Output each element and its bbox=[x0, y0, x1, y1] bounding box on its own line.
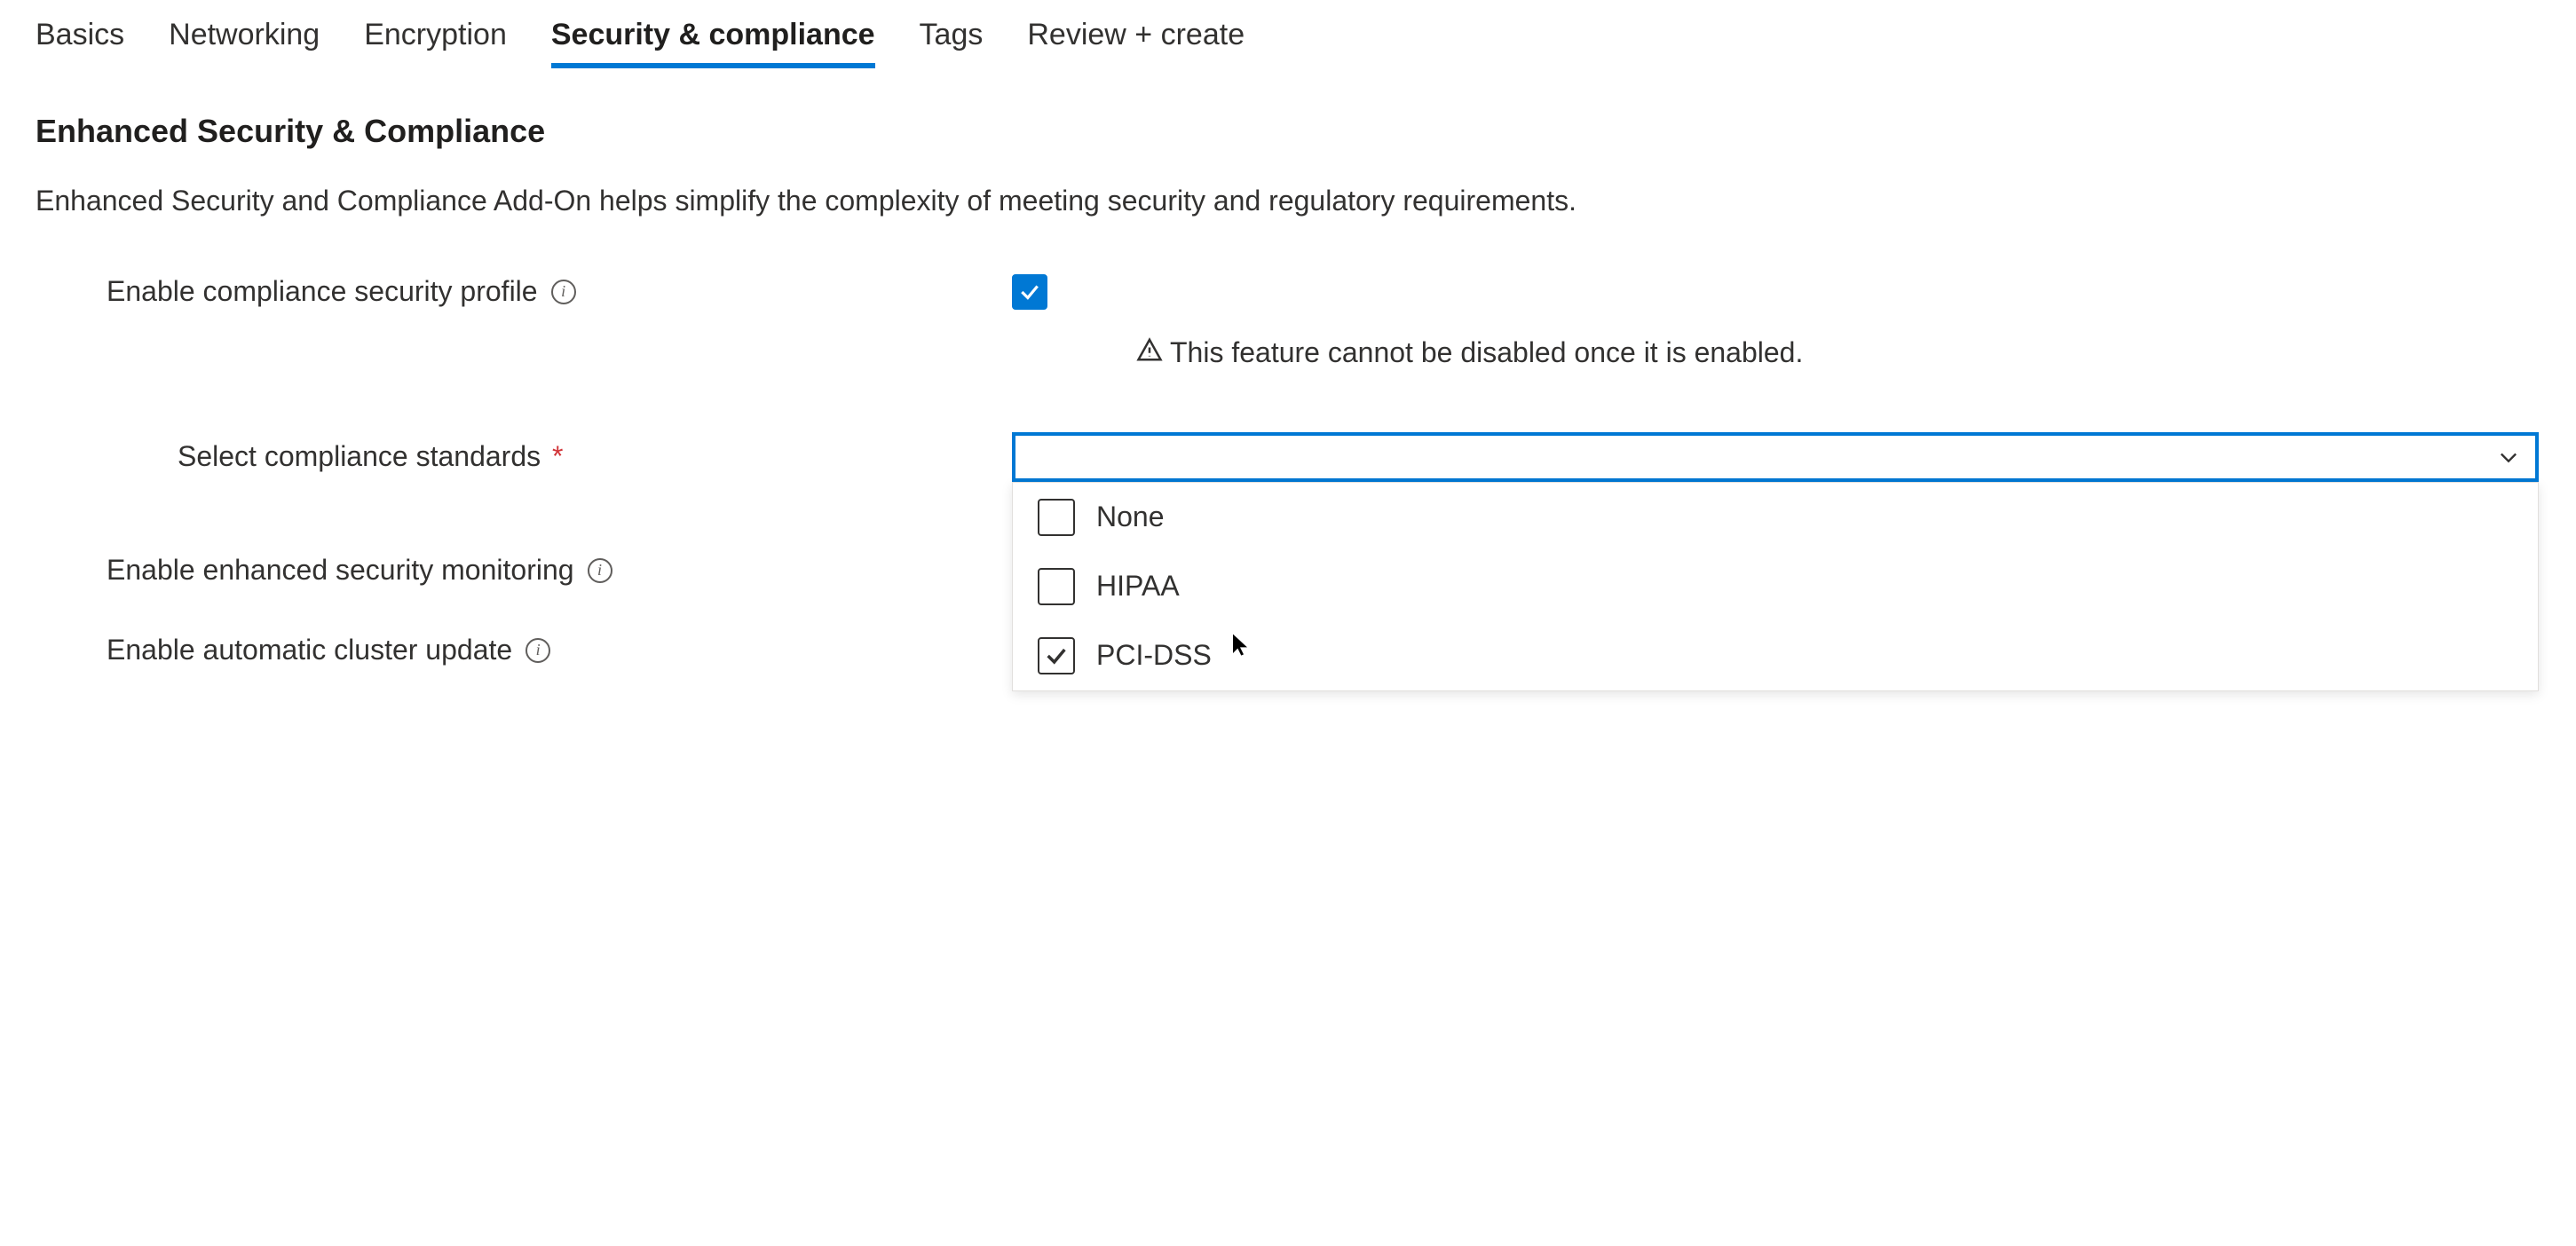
tab-networking[interactable]: Networking bbox=[169, 18, 320, 68]
option-none[interactable]: None bbox=[1013, 483, 2538, 552]
warning-text: This feature cannot be disabled once it … bbox=[1170, 336, 1803, 369]
tab-encryption[interactable]: Encryption bbox=[364, 18, 507, 68]
tab-review-create[interactable]: Review + create bbox=[1027, 18, 1245, 68]
label-select-compliance-standards: Select compliance standards * bbox=[178, 440, 1012, 473]
option-checkbox-hipaa[interactable] bbox=[1038, 568, 1075, 605]
compliance-standards-dropdown-container: None HIPAA PCI-DSS bbox=[1012, 432, 2539, 482]
row-enable-compliance-profile: Enable compliance security profile i bbox=[36, 274, 2540, 310]
label-text: Select compliance standards bbox=[178, 440, 541, 472]
warning-row: This feature cannot be disabled once it … bbox=[36, 336, 2540, 370]
tab-tags[interactable]: Tags bbox=[920, 18, 984, 68]
cursor-icon bbox=[1226, 632, 1254, 660]
option-hipaa[interactable]: HIPAA bbox=[1013, 552, 2538, 621]
section-description: Enhanced Security and Compliance Add-On … bbox=[36, 181, 2432, 221]
option-checkbox-none[interactable] bbox=[1038, 499, 1075, 536]
compliance-standards-dropdown-list: None HIPAA PCI-DSS bbox=[1012, 482, 2539, 691]
checkbox-enable-compliance-profile[interactable] bbox=[1012, 274, 1047, 310]
checkmark-icon bbox=[1044, 643, 1069, 668]
section-title: Enhanced Security & Compliance bbox=[36, 113, 2540, 150]
wizard-tabs: Basics Networking Encryption Security & … bbox=[36, 18, 2540, 68]
info-icon[interactable]: i bbox=[525, 638, 550, 663]
label-text: Enable compliance security profile bbox=[107, 275, 538, 308]
option-pci-dss[interactable]: PCI-DSS bbox=[1013, 621, 2538, 690]
warning-icon bbox=[1136, 336, 1163, 370]
tab-security-compliance[interactable]: Security & compliance bbox=[551, 18, 875, 68]
option-label: HIPAA bbox=[1096, 570, 1180, 603]
compliance-standards-dropdown[interactable] bbox=[1012, 432, 2539, 482]
option-checkbox-pci-dss[interactable] bbox=[1038, 637, 1075, 674]
label-text: Enable automatic cluster update bbox=[107, 634, 512, 666]
label-text: Enable enhanced security monitoring bbox=[107, 554, 574, 587]
label-enable-compliance-profile: Enable compliance security profile i bbox=[107, 275, 1012, 308]
option-label: PCI-DSS bbox=[1096, 639, 1212, 672]
tab-basics[interactable]: Basics bbox=[36, 18, 124, 68]
required-asterisk: * bbox=[552, 440, 563, 472]
label-enable-auto-update: Enable automatic cluster update i bbox=[107, 634, 1012, 666]
chevron-down-icon bbox=[2496, 445, 2521, 469]
checkmark-icon bbox=[1018, 280, 1041, 304]
option-label: None bbox=[1096, 501, 1165, 533]
info-icon[interactable]: i bbox=[588, 558, 612, 583]
row-select-compliance-standards: Select compliance standards * None HIPAA bbox=[36, 432, 2540, 482]
info-icon[interactable]: i bbox=[551, 280, 576, 304]
label-enable-monitoring: Enable enhanced security monitoring i bbox=[107, 554, 1012, 587]
